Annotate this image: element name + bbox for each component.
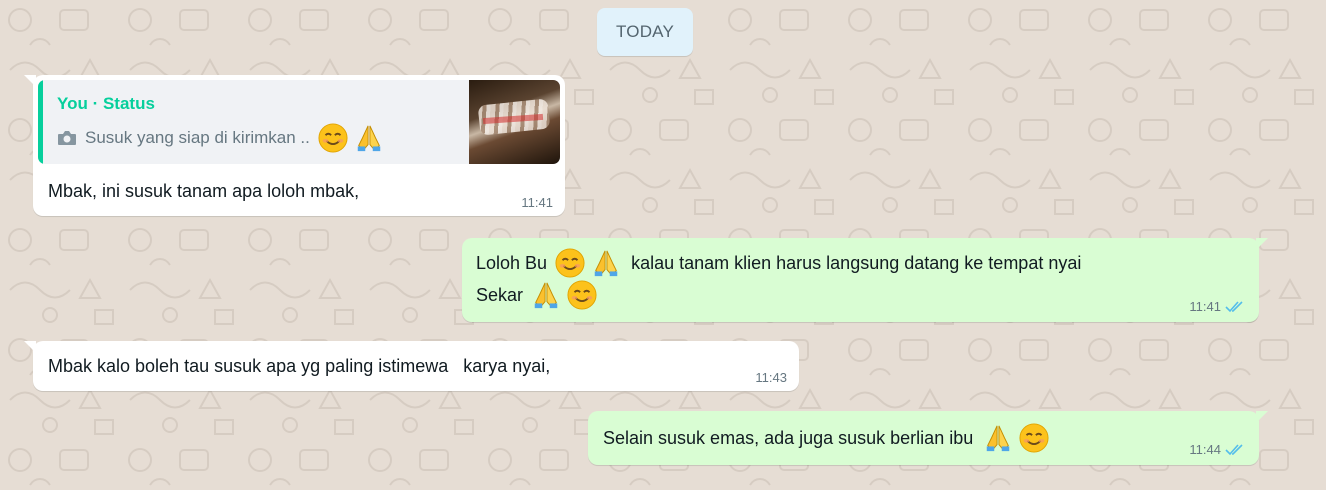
message-time: 11:44 xyxy=(1189,442,1245,457)
time-label: 11:41 xyxy=(1189,299,1221,314)
message-text: Mbak, ini susuk tanam apa loloh mbak, xyxy=(48,181,360,201)
outgoing-message[interactable]: Loloh Bu kalau tanam klien harus langsun… xyxy=(462,238,1268,322)
bubble-tail xyxy=(1256,238,1268,250)
time-label: 11:41 xyxy=(521,195,553,210)
quote-accent-bar xyxy=(38,80,43,164)
double-check-icon xyxy=(1225,300,1243,312)
message-text-part: Selain susuk emas, ada juga susuk berlia… xyxy=(603,428,974,448)
message-text-part: Sekar xyxy=(476,285,524,305)
time-label: 11:44 xyxy=(1189,442,1221,457)
folded-hands-icon xyxy=(534,282,558,309)
double-check-icon xyxy=(1225,443,1243,455)
message-line-1: Loloh Bu kalau tanam klien harus langsun… xyxy=(476,247,1081,279)
camera-icon xyxy=(58,131,76,145)
smiling-face-icon xyxy=(1019,423,1049,453)
message-line: Selain susuk emas, ada juga susuk berlia… xyxy=(603,422,1052,454)
outgoing-message[interactable]: Selain susuk emas, ada juga susuk berlia… xyxy=(588,411,1268,465)
message-text-part: Loloh Bu xyxy=(476,253,548,273)
incoming-message[interactable]: You · Status Susuk yang siap di kirimkan… xyxy=(24,75,565,216)
message-text-part: kalau tanam klien harus langsung datang … xyxy=(631,253,1082,273)
quote-author: You · Status xyxy=(57,94,155,113)
message-time: 11:41 xyxy=(1189,299,1245,314)
message-text: Mbak kalo boleh tau susuk apa yg paling … xyxy=(48,356,551,376)
smiling-face-icon xyxy=(318,123,348,153)
bubble-tail xyxy=(24,341,36,353)
smiling-face-icon xyxy=(555,248,585,278)
message-time: 11:43 xyxy=(755,370,787,385)
message-time: 11:41 xyxy=(521,195,553,210)
folded-hands-icon xyxy=(594,250,618,277)
date-divider: TODAY xyxy=(597,8,693,56)
date-divider-label: TODAY xyxy=(616,22,674,41)
smiling-face-icon xyxy=(567,280,597,310)
bubble-tail xyxy=(24,75,36,87)
incoming-message[interactable]: Mbak kalo boleh tau susuk apa yg paling … xyxy=(24,341,799,391)
quoted-status-reply[interactable]: You · Status Susuk yang siap di kirimkan… xyxy=(38,80,560,164)
quote-caption-line: Susuk yang siap di kirimkan .. xyxy=(57,123,387,153)
status-thumbnail xyxy=(469,80,560,164)
quote-caption: Susuk yang siap di kirimkan .. xyxy=(85,128,310,147)
message-line-2: Sekar xyxy=(476,279,600,311)
folded-hands-icon xyxy=(986,425,1010,452)
folded-hands-icon xyxy=(357,125,381,152)
bubble-tail xyxy=(1256,411,1268,423)
time-label: 11:43 xyxy=(755,370,787,385)
